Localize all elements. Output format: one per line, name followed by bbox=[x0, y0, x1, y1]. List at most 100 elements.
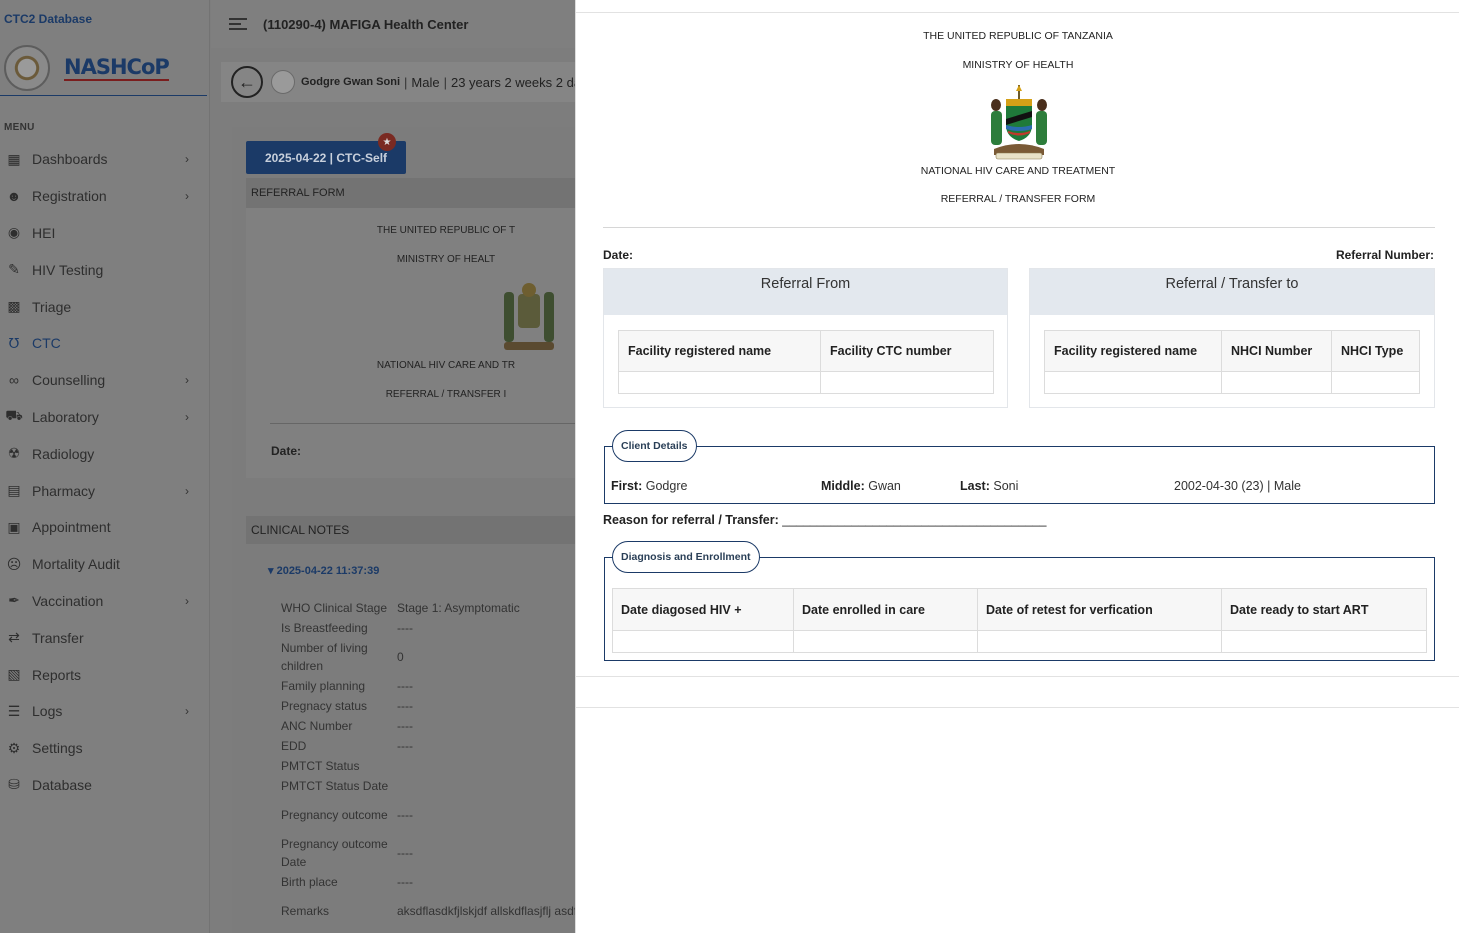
sidebar-item-hei[interactable]: ◉ HEI bbox=[0, 215, 209, 252]
table-cell bbox=[1044, 371, 1222, 394]
note-value: ---- bbox=[397, 718, 413, 733]
table-row: PMTCT Status Date bbox=[281, 776, 581, 796]
note-key: Pregnancy outcome bbox=[281, 808, 388, 822]
pharmacy-icon: ▤ bbox=[7, 482, 21, 499]
client-dob-sex: 2002-04-30 (23) | Male bbox=[1174, 479, 1301, 493]
reason-line: Reason for referral / Transfer: ________… bbox=[603, 513, 1047, 527]
sidebar-item-transfer[interactable]: ⇄ Transfer bbox=[0, 619, 209, 656]
sidebar-item-mortality-audit[interactable]: ☹ Mortality Audit bbox=[0, 546, 209, 583]
referral-from-table: Facility registered name Facility CTC nu… bbox=[618, 330, 994, 394]
sidebar-item-laboratory[interactable]: ⛟ Laboratory › bbox=[0, 399, 209, 436]
note-value: ---- bbox=[397, 874, 413, 889]
stethoscope-icon: ℧ bbox=[8, 334, 20, 351]
clinical-note-entry-toggle[interactable]: ▾ 2025-04-22 11:37:39 bbox=[268, 564, 379, 577]
sidebar-menu: ▦ Dashboards › ☻ Registration › ◉ HEI ✎ HIV Testi… bbox=[0, 141, 209, 803]
chevron-right-icon: › bbox=[185, 483, 189, 498]
sidebar-item-pharmacy[interactable]: ▤ Pharmacy › bbox=[0, 472, 209, 509]
table-row: EDD ---- bbox=[281, 736, 581, 756]
divider bbox=[576, 676, 1459, 677]
folder-icon: ▧ bbox=[7, 666, 21, 683]
coat-of-arms-icon bbox=[991, 85, 1047, 160]
note-key: Birth place bbox=[281, 875, 338, 889]
chevron-right-icon: › bbox=[185, 593, 189, 608]
sidebar-item-ctc[interactable]: ℧ CTC bbox=[0, 325, 209, 362]
sidebar-item-hiv-testing[interactable]: ✎ HIV Testing bbox=[0, 251, 209, 288]
diagnosis-table: Date diagosed HIV + Date enrolled in car… bbox=[612, 588, 1427, 653]
note-key: Pregnacy status bbox=[281, 699, 368, 713]
sidebar-item-label: Reports bbox=[32, 666, 82, 683]
sidebar-item-counselling[interactable]: ∞ Counselling › bbox=[0, 362, 209, 399]
referral-from-card: Referral From Facility registered name F… bbox=[603, 268, 1008, 408]
note-value: ---- bbox=[397, 738, 413, 753]
note-value: ---- bbox=[397, 678, 413, 693]
sidebar-item-vaccination[interactable]: ✒ Vaccination › bbox=[0, 583, 209, 620]
column-header: Date of retest for verfication bbox=[977, 588, 1222, 631]
sidebar-item-label: Settings bbox=[32, 740, 83, 757]
logs-icon: ☰ bbox=[7, 702, 21, 719]
sidebar-item-database[interactable]: ⛁ Database bbox=[0, 767, 209, 804]
baby-icon: ◉ bbox=[7, 224, 21, 241]
table-row: Pregnancy outcome ---- bbox=[281, 796, 581, 834]
table-row: Birth place ---- bbox=[281, 872, 581, 892]
column-header: Date diagosed HIV + bbox=[612, 588, 794, 631]
radiology-icon: ☢ bbox=[7, 445, 21, 462]
sidebar-item-reports[interactable]: ▧ Reports bbox=[0, 656, 209, 693]
note-value: 0 bbox=[397, 649, 404, 664]
note-key: Is Breastfeeding bbox=[281, 621, 368, 635]
sidebar-item-label: Laboratory bbox=[32, 408, 99, 425]
note-value: ---- bbox=[397, 807, 413, 822]
sidebar-item-registration[interactable]: ☻ Registration › bbox=[0, 178, 209, 215]
sidebar-item-label: Mortality Audit bbox=[32, 556, 120, 573]
chevron-right-icon: › bbox=[185, 704, 189, 719]
coat-of-arms-icon bbox=[504, 283, 554, 350]
table-row: Number of living children 0 bbox=[281, 638, 581, 676]
transfer-icon: ⇄ bbox=[8, 629, 20, 646]
column-header: NHCI Type bbox=[1331, 330, 1420, 372]
sidebar-item-triage[interactable]: ▩ Triage bbox=[0, 288, 209, 325]
table-cell bbox=[820, 371, 994, 394]
sidebar-item-radiology[interactable]: ☢ Radiology bbox=[0, 435, 209, 472]
app-brand: CTC2 Database bbox=[4, 12, 93, 26]
sidebar-item-logs[interactable]: ☰ Logs › bbox=[0, 693, 209, 730]
note-value: ---- bbox=[397, 620, 413, 635]
sidebar-item-label: Logs bbox=[32, 703, 63, 720]
ministry-seal-logo bbox=[4, 44, 50, 91]
column-header: Facility registered name bbox=[1044, 330, 1222, 372]
separator: | bbox=[443, 74, 447, 90]
table-cell bbox=[793, 630, 978, 653]
sidebar-item-label: Pharmacy bbox=[32, 482, 96, 499]
note-value: ---- bbox=[397, 845, 413, 860]
sidebar-item-settings[interactable]: ⚙ Settings bbox=[0, 730, 209, 767]
table-cell bbox=[618, 371, 821, 394]
client-details-legend: Client Details bbox=[612, 430, 697, 462]
table-row: Family planning ---- bbox=[281, 676, 581, 696]
column-header: Date enrolled in care bbox=[793, 588, 978, 631]
chevron-right-icon: › bbox=[185, 189, 189, 204]
chevron-right-icon: › bbox=[185, 373, 189, 388]
patient-name: Godgre Gwan Soni bbox=[301, 76, 401, 88]
avatar bbox=[271, 70, 295, 94]
diagnosis-legend: Diagnosis and Enrollment bbox=[612, 541, 760, 573]
clinical-note-date: 2025-04-22 11:37:39 bbox=[276, 565, 380, 577]
table-icon: ▦ bbox=[7, 150, 21, 167]
sidebar-item-appointment[interactable]: ▣ Appointment bbox=[0, 509, 209, 546]
sidebar-item-label: Transfer bbox=[32, 629, 84, 646]
program-heading: NATIONAL HIV CARE AND TREATMENT bbox=[920, 165, 1116, 177]
note-key: Family planning bbox=[281, 679, 366, 693]
note-key: EDD bbox=[281, 739, 307, 753]
sidebar-item-label: Appointment bbox=[32, 519, 111, 536]
vitals-icon: ▩ bbox=[7, 298, 21, 315]
referral-to-table: Facility registered name NHCI Number NHC… bbox=[1044, 330, 1420, 394]
infinity-icon: ∞ bbox=[9, 372, 19, 389]
back-arrow-icon[interactable]: ← bbox=[231, 66, 263, 98]
table-row: Pregnancy outcome Date ---- bbox=[281, 834, 581, 872]
gear-icon: ⚙ bbox=[7, 739, 21, 756]
table-cell bbox=[1221, 371, 1332, 394]
menu-label: MENU bbox=[4, 122, 35, 133]
note-key: ANC Number bbox=[281, 719, 353, 733]
sidebar-item-dashboards[interactable]: ▦ Dashboards › bbox=[0, 141, 209, 178]
note-key: PMTCT Status bbox=[281, 759, 360, 773]
hamburger-menu-icon[interactable] bbox=[229, 15, 247, 33]
table-row: Pregnacy status ---- bbox=[281, 696, 581, 716]
republic-heading: THE UNITED REPUBLIC OF TANZANIA bbox=[923, 30, 1113, 42]
